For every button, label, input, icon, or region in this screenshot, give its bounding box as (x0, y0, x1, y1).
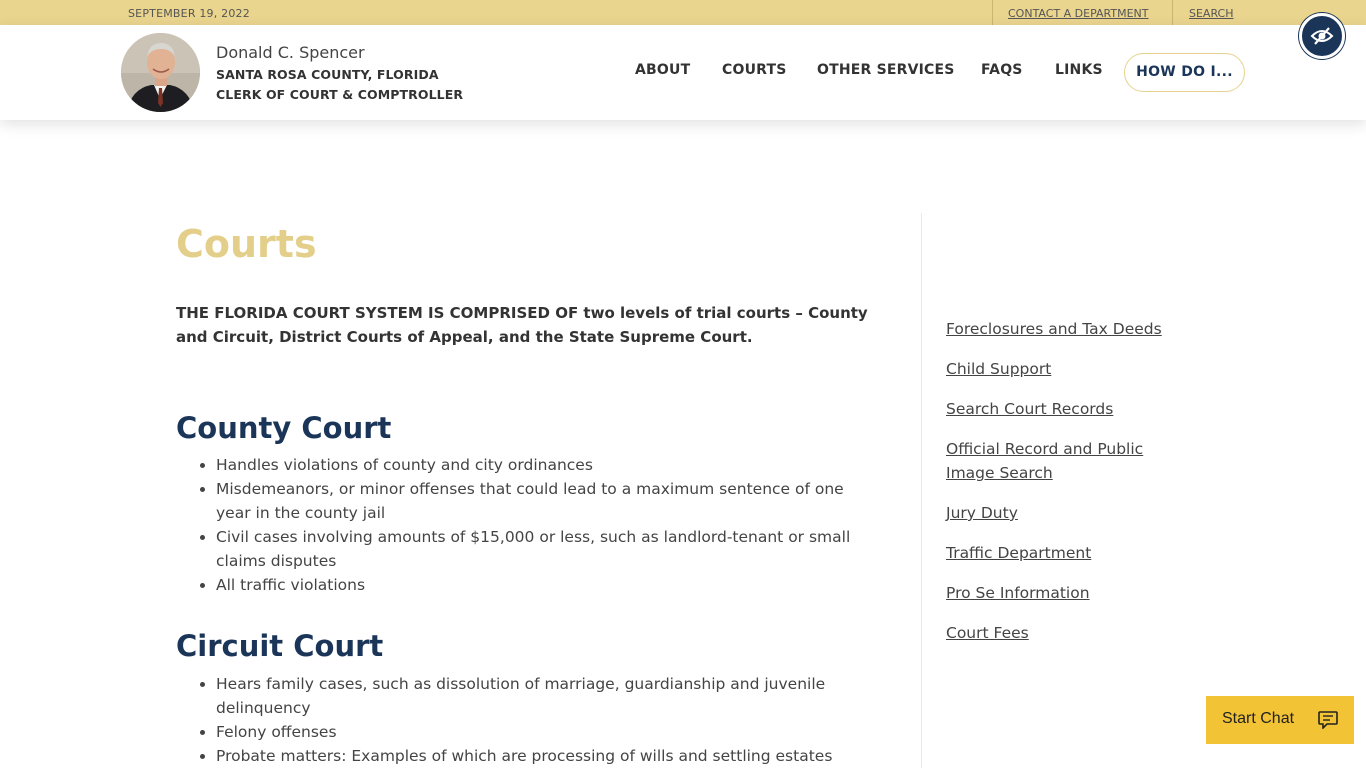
clerk-title: CLERK OF COURT & COMPTROLLER (216, 87, 464, 102)
nav-faqs[interactable]: FAQS (981, 62, 1023, 78)
nav-courts[interactable]: COURTS (722, 62, 787, 78)
top-bar: SEPTEMBER 19, 2022 CONTACT A DEPARTMENT … (0, 0, 1366, 25)
list-item: Handles violations of county and city or… (216, 453, 876, 477)
current-date: SEPTEMBER 19, 2022 (128, 7, 250, 20)
start-chat-button[interactable]: Start Chat (1206, 696, 1354, 744)
page-title: Courts (176, 222, 317, 266)
sidebar-divider (921, 213, 922, 768)
list-item: All traffic violations (216, 573, 876, 597)
sidebar-link-search-court-records[interactable]: Search Court Records (946, 397, 1186, 421)
start-chat-label: Start Chat (1222, 710, 1295, 727)
clerk-name: Donald C. Spencer (216, 43, 365, 62)
list-item: Hears family cases, such as dissolution … (216, 672, 876, 720)
list-item: Misdemeanors, or minor offenses that cou… (216, 477, 876, 525)
nav-about[interactable]: ABOUT (635, 62, 690, 78)
top-divider (1172, 0, 1173, 25)
nav-other-services[interactable]: OTHER SERVICES (817, 62, 955, 78)
sidebar-link-court-fees[interactable]: Court Fees (946, 621, 1186, 645)
top-divider (992, 0, 993, 25)
chat-bubble-icon (1318, 711, 1338, 729)
contact-department-link[interactable]: CONTACT A DEPARTMENT (1008, 7, 1149, 20)
list-item: Civil cases involving amounts of $15,000… (216, 525, 876, 573)
nav-links[interactable]: LINKS (1055, 62, 1103, 78)
clerk-portrait (121, 33, 200, 112)
sidebar-link-traffic[interactable]: Traffic Department (946, 541, 1186, 565)
sidebar-link-foreclosures[interactable]: Foreclosures and Tax Deeds (946, 317, 1186, 341)
eye-slash-icon (1310, 27, 1334, 45)
sidebar-link-official-records[interactable]: Official Record and Public Image Search (946, 437, 1186, 485)
list-item: Felony offenses (216, 720, 876, 744)
circuit-court-list: Hears family cases, such as dissolution … (196, 672, 876, 768)
list-item: Probate matters: Examples of which are p… (216, 744, 876, 768)
county-court-heading: County Court (176, 411, 392, 445)
sidebar-link-child-support[interactable]: Child Support (946, 357, 1186, 381)
how-do-i-button[interactable]: HOW DO I... (1124, 53, 1245, 92)
accessibility-button[interactable] (1299, 13, 1345, 59)
county-name: SANTA ROSA COUNTY, FLORIDA (216, 67, 439, 82)
sidebar-link-jury-duty[interactable]: Jury Duty (946, 501, 1186, 525)
intro-text: THE FLORIDA COURT SYSTEM IS COMPRISED OF… (176, 304, 868, 346)
circuit-court-heading: Circuit Court (176, 629, 384, 663)
site-header: Donald C. Spencer SANTA ROSA COUNTY, FLO… (0, 25, 1366, 120)
top-search-link[interactable]: SEARCH (1189, 7, 1234, 20)
county-court-list: Handles violations of county and city or… (196, 453, 876, 597)
sidebar-link-pro-se[interactable]: Pro Se Information (946, 581, 1186, 605)
